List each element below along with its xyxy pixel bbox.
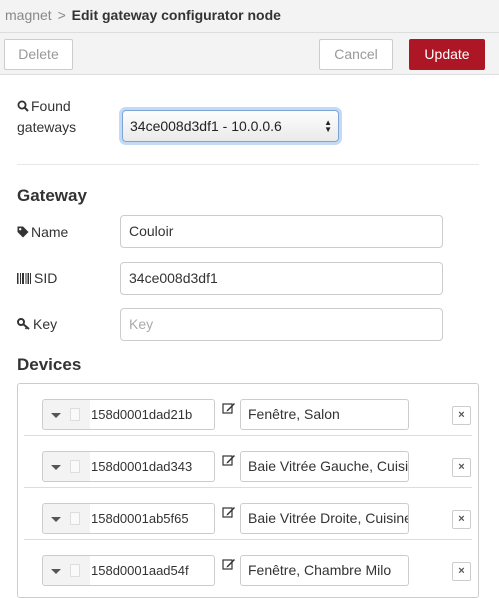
- caret-down-icon: [51, 517, 61, 522]
- file-icon: [70, 408, 80, 421]
- select-arrows-icon: ▲ ▼: [324, 118, 332, 134]
- device-row: 158d0001aad54f Fenêtre, Chambre Milo ×: [24, 540, 472, 592]
- divider: [17, 164, 479, 165]
- device-sid-input[interactable]: 158d0001dad343: [90, 451, 215, 482]
- file-icon: [70, 564, 80, 577]
- key-label: Key: [17, 314, 57, 335]
- toolbar: Delete Cancel Update: [0, 33, 499, 75]
- gateway-select-value: 34ce008d3df1 - 10.0.0.6: [130, 118, 282, 134]
- caret-down-icon: [51, 569, 61, 574]
- device-name-input[interactable]: Baie Vitrée Droite, Cuisine: [240, 503, 409, 534]
- tag-icon: [17, 223, 29, 243]
- page-title: Edit gateway configurator node: [71, 7, 281, 23]
- edit-icon: [222, 453, 236, 470]
- device-sid-input[interactable]: 158d0001ab5f65: [90, 503, 215, 534]
- cancel-button[interactable]: Cancel: [319, 39, 393, 70]
- found-gateways-label: Found gateways: [17, 96, 76, 137]
- delete-button[interactable]: Delete: [4, 39, 73, 70]
- remove-device-button[interactable]: ×: [452, 562, 471, 581]
- found-label-line2: gateways: [17, 119, 77, 136]
- caret-down-icon: [51, 413, 61, 418]
- name-label-text: Name: [31, 224, 69, 240]
- device-list: 158d0001dad21b Fenêtre, Salon × 158d0001…: [17, 383, 479, 598]
- file-icon: [70, 512, 80, 525]
- search-icon: [17, 97, 29, 117]
- key-input[interactable]: Key: [120, 308, 443, 341]
- device-name-input[interactable]: Baie Vitrée Gauche, Cuisine: [240, 451, 409, 482]
- device-sid-input[interactable]: 158d0001dad21b: [90, 399, 215, 430]
- key-label-text: Key: [33, 316, 58, 332]
- gateway-select[interactable]: 34ce008d3df1 - 10.0.0.6 ▲ ▼: [122, 110, 339, 142]
- remove-device-button[interactable]: ×: [452, 406, 471, 425]
- breadcrumb-parent[interactable]: magnet: [5, 7, 52, 23]
- sid-label: SID: [17, 268, 57, 289]
- device-row: 158d0001dad21b Fenêtre, Salon ×: [24, 384, 472, 436]
- breadcrumb-separator: >: [57, 7, 66, 23]
- file-icon: [70, 460, 80, 473]
- device-name-input[interactable]: Fenêtre, Chambre Milo: [240, 555, 409, 586]
- key-icon: [17, 315, 31, 335]
- found-label-line1: Found: [31, 98, 71, 114]
- update-button[interactable]: Update: [409, 39, 485, 70]
- sid-input[interactable]: 34ce008d3df1: [120, 262, 443, 295]
- devices-heading: Devices: [17, 355, 82, 374]
- barcode-icon: [17, 269, 32, 289]
- sid-label-text: SID: [34, 270, 58, 286]
- edit-icon: [222, 401, 236, 418]
- edit-icon: [222, 505, 236, 522]
- breadcrumb: magnet > Edit gateway configurator node: [0, 0, 499, 33]
- gateway-heading: Gateway: [17, 186, 87, 205]
- device-name-input[interactable]: Fenêtre, Salon: [240, 399, 409, 430]
- remove-device-button[interactable]: ×: [452, 458, 471, 477]
- device-sid-input[interactable]: 158d0001aad54f: [90, 555, 215, 586]
- name-label: Name: [17, 222, 68, 243]
- caret-down-icon: [51, 465, 61, 470]
- remove-device-button[interactable]: ×: [452, 510, 471, 529]
- edit-icon: [222, 557, 236, 574]
- device-row: 158d0001dad343 Baie Vitrée Gauche, Cuisi…: [24, 436, 472, 488]
- device-row: 158d0001ab5f65 Baie Vitrée Droite, Cuisi…: [24, 488, 472, 540]
- name-input[interactable]: Couloir: [120, 215, 443, 248]
